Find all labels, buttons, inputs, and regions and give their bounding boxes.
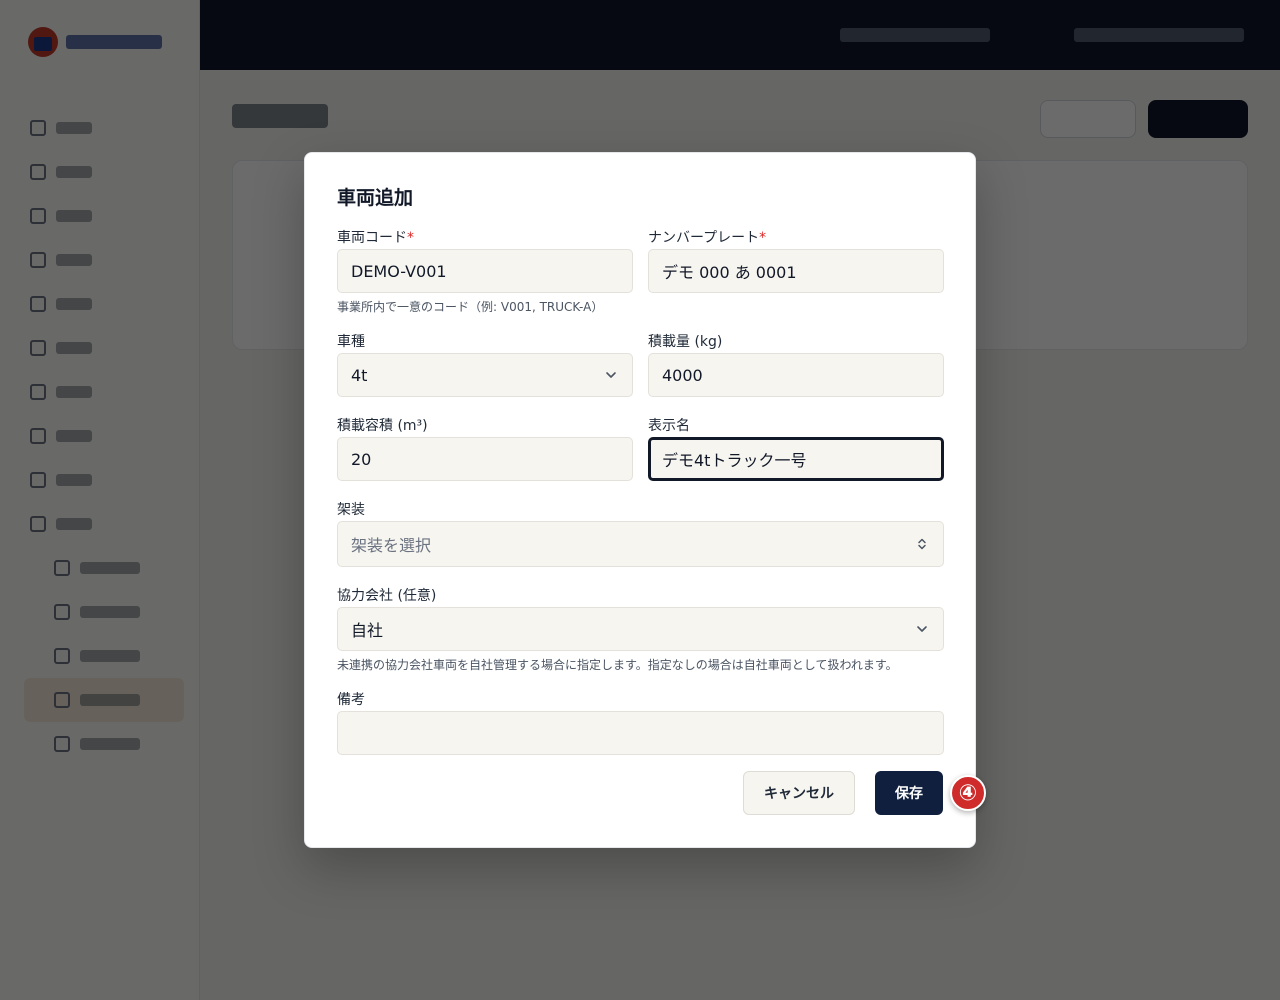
required-mark: * bbox=[407, 230, 414, 246]
load-volume-input[interactable]: 20 bbox=[337, 437, 633, 481]
display-name-input[interactable]: デモ4tトラック一号 bbox=[648, 437, 944, 481]
chevron-down-icon bbox=[606, 372, 616, 378]
save-button[interactable]: 保存 bbox=[875, 771, 943, 815]
license-plate-label-text: ナンバープレート bbox=[648, 230, 760, 246]
license-plate-input[interactable]: デモ 000 あ 0001 bbox=[648, 249, 944, 293]
step-number-badge: ④ bbox=[950, 775, 986, 811]
cancel-button[interactable]: キャンセル bbox=[743, 771, 855, 815]
vehicle-type-label: 車種 bbox=[337, 334, 365, 350]
load-capacity-label: 積載量 (kg) bbox=[648, 334, 723, 350]
body-type-label: 架装 bbox=[337, 502, 365, 518]
notes-label: 備考 bbox=[337, 692, 365, 708]
body-type-select[interactable]: 架装を選択 bbox=[337, 521, 944, 567]
license-plate-value: デモ 000 あ 0001 bbox=[662, 263, 797, 282]
vehicle-code-value: DEMO-V001 bbox=[351, 261, 447, 281]
required-mark: * bbox=[759, 230, 767, 246]
vehicle-code-help: 事業所内で一意のコード（例: V001, TRUCK-A） bbox=[337, 300, 604, 314]
vehicle-code-label-text: 車両コード bbox=[337, 230, 407, 246]
load-capacity-value: 4000 bbox=[662, 365, 703, 385]
chevron-up-down-icon bbox=[918, 538, 926, 550]
license-plate-label: ナンバープレート* bbox=[648, 227, 766, 247]
partner-value: 自社 bbox=[351, 621, 384, 640]
vehicle-type-value: 4t bbox=[351, 365, 368, 385]
display-name-label: 表示名 bbox=[648, 418, 690, 434]
chevron-down-icon bbox=[917, 626, 927, 632]
vehicle-type-select[interactable]: 4t bbox=[337, 353, 633, 397]
notes-input[interactable] bbox=[337, 711, 944, 755]
add-vehicle-dialog: 車両追加 車両コード* DEMO-V001 事業所内で一意のコード（例: V00… bbox=[304, 152, 976, 848]
load-volume-label: 積載容積 (m³) bbox=[337, 418, 428, 434]
display-name-value: デモ4tトラック一号 bbox=[662, 451, 807, 470]
vehicle-code-input[interactable]: DEMO-V001 bbox=[337, 249, 633, 293]
load-volume-value: 20 bbox=[351, 449, 372, 469]
body-type-placeholder: 架装を選択 bbox=[351, 536, 432, 555]
partner-label: 協力会社 (任意) bbox=[337, 588, 437, 604]
partner-help: 未連携の協力会社車両を自社管理する場合に指定します。指定なしの場合は自社車両とし… bbox=[337, 658, 898, 672]
vehicle-code-label: 車両コード* bbox=[337, 227, 414, 247]
load-capacity-input[interactable]: 4000 bbox=[648, 353, 944, 397]
dialog-title: 車両追加 bbox=[337, 187, 414, 209]
partner-select[interactable]: 自社 bbox=[337, 607, 944, 651]
